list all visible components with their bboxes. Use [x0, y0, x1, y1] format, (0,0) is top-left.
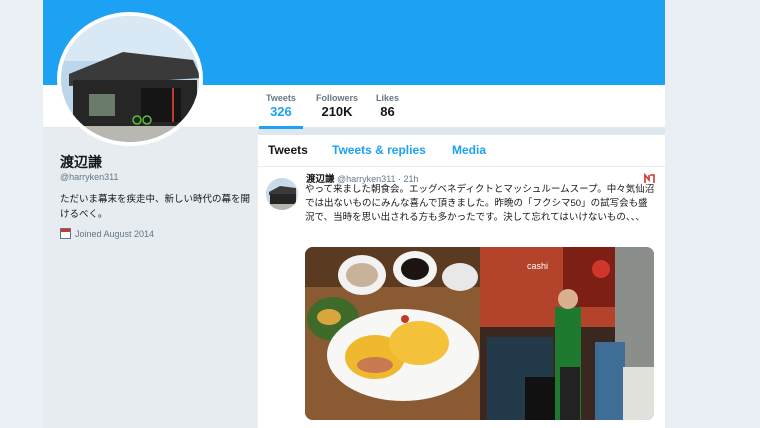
- joined-date: Joined August 2014: [75, 228, 155, 239]
- photo-sign-text: cashi: [527, 261, 548, 271]
- browser-right-margin: [665, 0, 760, 428]
- stat-tweets-label: Tweets: [266, 93, 296, 103]
- breakfast-cafe-photo: cashi: [305, 247, 654, 420]
- profile-handle[interactable]: @harryken311: [60, 172, 119, 182]
- stat-likes-label: Likes: [376, 93, 400, 103]
- stat-followers-value: 210K: [321, 104, 353, 119]
- stat-likes-value: 86: [380, 104, 395, 119]
- browser-left-margin: [0, 0, 43, 428]
- tweet-photo[interactable]: cashi: [305, 247, 654, 420]
- profile-joined: Joined August 2014: [60, 228, 154, 239]
- profile-name: 渡辺謙: [60, 154, 102, 170]
- timeline-tabs: Tweets Tweets & replies Media: [258, 135, 665, 167]
- stat-tweets-value: 326: [270, 104, 292, 119]
- tab-tweets[interactable]: Tweets: [268, 143, 308, 157]
- tab-tweets-replies[interactable]: Tweets & replies: [332, 143, 426, 157]
- tweet-avatar[interactable]: [266, 178, 298, 210]
- tweet-avatar-house: [266, 178, 298, 210]
- profile-avatar[interactable]: [57, 12, 203, 146]
- calendar-icon: [60, 228, 71, 239]
- stat-likes[interactable]: Likes 86: [376, 93, 399, 119]
- profile-bio: ただいま幕末を疾走中、新しい時代の幕を開けるべく。: [60, 194, 251, 220]
- stat-tweets[interactable]: Tweets 326: [259, 93, 303, 129]
- tab-media[interactable]: Media: [452, 143, 486, 157]
- tweet-text: やって来ました朝食会。エッグベネディクトとマッシュルームスープ。中々気仙沼では出…: [305, 184, 655, 223]
- stat-followers-label: Followers: [316, 93, 359, 103]
- stat-followers[interactable]: Followers 210K: [316, 93, 358, 119]
- timeline: Tweets Tweets & replies Media 渡辺謙 @harry…: [258, 135, 665, 428]
